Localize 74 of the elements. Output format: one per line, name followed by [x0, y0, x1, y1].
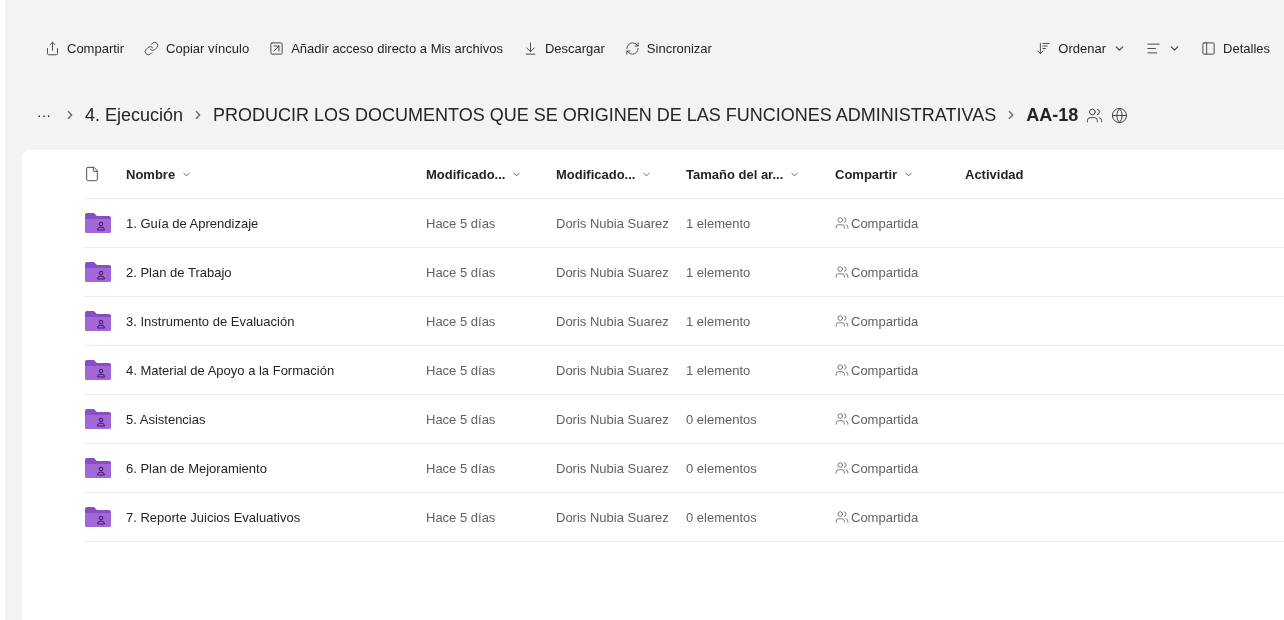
item-count: 0 elementos — [686, 509, 758, 525]
file-type-icon — [84, 166, 100, 182]
sharing-status: Compartida — [851, 215, 919, 231]
shared-folder-icon — [84, 506, 112, 528]
sort-button[interactable]: Ordenar — [1030, 36, 1133, 60]
folder-name[interactable]: 3. Instrumento de Evaluación — [126, 313, 426, 329]
column-header[interactable]: Nombre — [126, 166, 193, 182]
shared-folder-icon — [84, 310, 112, 332]
column-header[interactable]: Tamaño del ar... — [686, 166, 801, 182]
modified-date: Hace 5 días — [426, 264, 497, 280]
column-header[interactable]: Modificado... — [556, 166, 653, 182]
shared-people-icon — [835, 265, 849, 279]
column-header[interactable]: Compartir — [835, 166, 915, 182]
link-icon — [144, 40, 160, 56]
folder-name[interactable]: 1. Guía de Aprendizaje — [126, 215, 426, 231]
folder-name[interactable]: 7. Reporte Juicios Evaluativos — [126, 509, 426, 525]
modified-date: Hace 5 días — [426, 215, 497, 231]
modified-by: Doris Nubia Suarez — [556, 411, 670, 427]
sharing-status: Compartida — [851, 362, 919, 378]
sharing-status: Compartida — [851, 313, 919, 329]
shared-people-icon — [835, 314, 849, 328]
shared-people-icon — [835, 510, 849, 524]
breadcrumb-item[interactable]: AA-18 — [1026, 104, 1079, 126]
modified-by: Doris Nubia Suarez — [556, 509, 670, 525]
item-count: 1 elemento — [686, 264, 752, 280]
sharing-status: Compartida — [851, 411, 919, 427]
modified-date: Hace 5 días — [426, 509, 497, 525]
folder-name[interactable]: 6. Plan de Mejoramiento — [126, 460, 426, 476]
shared-people-icon — [835, 412, 849, 426]
folder-name[interactable]: 5. Asistencias — [126, 411, 426, 427]
shared-folder-icon — [84, 359, 112, 381]
column-header[interactable]: Actividad — [965, 166, 1024, 182]
column-header[interactable]: Modificado... — [426, 166, 523, 182]
lines-icon — [1146, 40, 1162, 56]
item-count: 1 elemento — [686, 313, 752, 329]
modified-by: Doris Nubia Suarez — [556, 264, 670, 280]
toolbar-button[interactable]: Sincronizar — [618, 36, 718, 60]
sync-icon — [624, 40, 640, 56]
more-breadcrumbs-button[interactable]: ··· — [33, 107, 55, 123]
sharing-status: Compartida — [851, 509, 919, 525]
item-count: 1 elemento — [686, 362, 752, 378]
shared-folder-icon — [84, 457, 112, 479]
details-panel-icon — [1201, 40, 1217, 56]
toolbar-button[interactable]: Compartir — [39, 36, 131, 60]
modified-by: Doris Nubia Suarez — [556, 215, 670, 231]
item-count: 1 elemento — [686, 215, 752, 231]
details-button[interactable]: Detalles — [1195, 36, 1276, 60]
modified-date: Hace 5 días — [426, 460, 497, 476]
modified-by: Doris Nubia Suarez — [556, 460, 670, 476]
shortcut-icon — [269, 40, 285, 56]
modified-by: Doris Nubia Suarez — [556, 362, 670, 378]
modified-by: Doris Nubia Suarez — [556, 313, 670, 329]
share-icon — [45, 40, 60, 56]
breadcrumb-item[interactable]: 4. Ejecución — [85, 104, 184, 126]
item-count: 0 elementos — [686, 460, 758, 476]
toolbar-button[interactable]: Añadir acceso directo a Mis archivos — [263, 36, 509, 60]
breadcrumb-item[interactable]: PRODUCIR LOS DOCUMENTOS QUE SE ORIGINEN DE LAS FUNCIONES ADMINISTRATIVAS — [213, 104, 997, 126]
sharing-status: Compartida — [851, 460, 919, 476]
shared-folder-icon — [84, 261, 112, 283]
sharing-status: Compartida — [851, 264, 919, 280]
toolbar-button[interactable]: Descargar — [516, 36, 611, 60]
item-count: 0 elementos — [686, 411, 758, 427]
folder-name[interactable]: 4. Material de Apoyo a la Formación — [126, 362, 426, 378]
modified-date: Hace 5 días — [426, 362, 497, 378]
modified-date: Hace 5 días — [426, 313, 497, 329]
toolbar-button[interactable]: Copiar vínculo — [138, 36, 256, 60]
shared-people-icon — [835, 363, 849, 377]
sort-icon — [1036, 40, 1052, 56]
shared-people-icon — [835, 461, 849, 475]
folder-name[interactable]: 2. Plan de Trabajo — [126, 264, 426, 280]
shared-folder-icon — [84, 212, 112, 234]
shared-people-icon — [835, 216, 849, 230]
shared-folder-icon — [84, 408, 112, 430]
modified-date: Hace 5 días — [426, 411, 497, 427]
